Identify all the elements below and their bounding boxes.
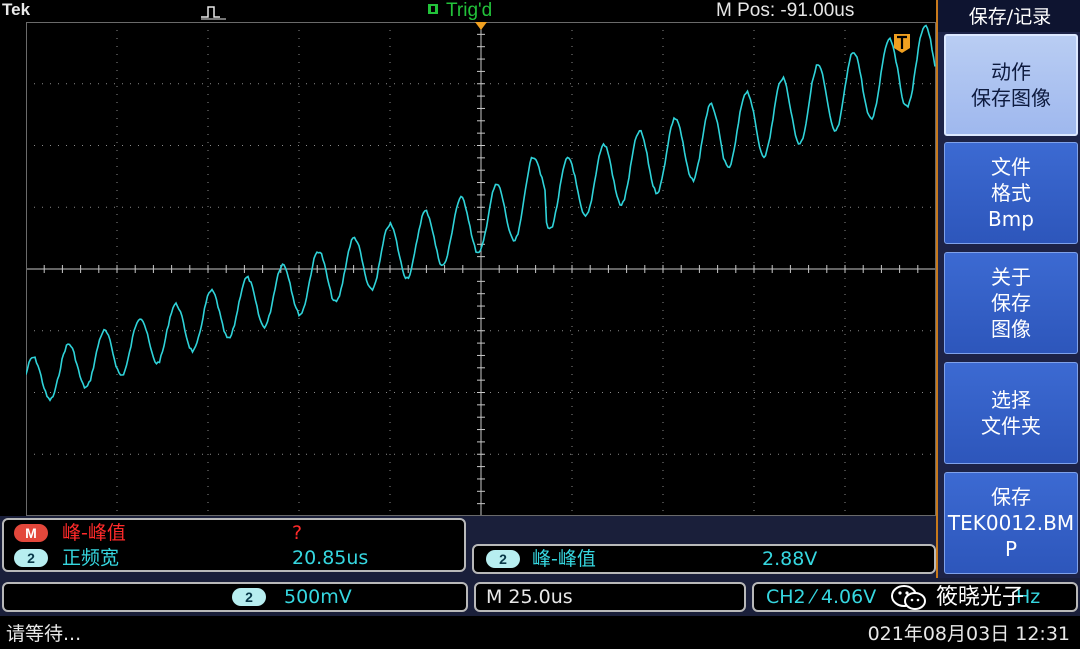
trigger-marker-icon [894, 34, 910, 53]
side-btn-line: 保存 [991, 485, 1031, 509]
waveform-display[interactable] [25, 21, 937, 517]
side-btn-line: 保存 [991, 291, 1031, 315]
file-format-button[interactable]: 文件 格式 Bmp [944, 142, 1078, 244]
save-file-button[interactable]: 保存 TEK0012.BM P [944, 472, 1078, 574]
side-menu-title: 保存/记录 [938, 0, 1080, 32]
ch2-badge: 2 [14, 549, 48, 567]
horizontal-position: M Pos: -91.00us [716, 0, 855, 21]
side-btn-line: Bmp [988, 207, 1034, 231]
wechat-icon [891, 585, 926, 610]
pos-width-label: 正频宽 [62, 547, 120, 569]
side-btn-line: 文件 [991, 155, 1031, 179]
date-time: 021年08月03日 12:31 [867, 623, 1070, 645]
trigger-status: Trig'd [428, 0, 492, 22]
ch2-badge: 2 [232, 588, 266, 606]
measurement-panel[interactable]: M 峰-峰值 ? 2 正频宽 20.85us [2, 518, 466, 572]
brand-label: Tek [2, 0, 31, 19]
ch2-badge: 2 [486, 550, 520, 568]
side-btn-line: P [1004, 537, 1018, 561]
side-btn-line: 动作 [991, 60, 1031, 84]
side-menu: 保存/记录 动作 保存图像 文件 格式 Bmp 关于 保存 图像 选择 文件夹 … [936, 0, 1080, 578]
pos-width-value: 20.85us [292, 547, 369, 569]
timebase-bar[interactable]: M 25.0us [474, 582, 746, 612]
side-btn-line: 格式 [991, 181, 1031, 205]
watermark: 筱晓光子 [890, 580, 1080, 616]
pk-pk-value: 2.88V [762, 548, 818, 570]
trigger-status-icon [428, 4, 438, 14]
side-btn-line: TEK0012.BM [947, 511, 1075, 535]
trigger-level: CH2 ⁄ 4.06V [766, 586, 877, 608]
graticule-svg [25, 21, 937, 517]
channel-scale-bar[interactable]: 2 500mV [2, 582, 468, 612]
top-status-bar: Tek Trig'd M Pos: -91.00us [0, 0, 936, 22]
status-bar: 请等待... 021年08月03日 12:31 [0, 616, 1080, 649]
screen-left-border [0, 22, 26, 516]
math-measure-label: 峰-峰值 [62, 522, 126, 544]
pulse-icon [201, 6, 226, 20]
status-message: 请等待... [6, 623, 82, 645]
side-btn-line: 文件夹 [981, 414, 1041, 438]
timebase-value: M 25.0us [486, 586, 573, 608]
math-measure-value: ? [292, 522, 303, 544]
side-btn-line: 选择 [991, 388, 1031, 412]
measurement-panel-ch2[interactable]: 2 峰-峰值 2.88V [472, 544, 936, 574]
trigger-status-label: Trig'd [446, 0, 493, 21]
ch2-scale: 500mV [284, 586, 352, 608]
select-folder-button[interactable]: 选择 文件夹 [944, 362, 1078, 464]
side-btn-line: 关于 [991, 265, 1031, 289]
side-btn-line: 图像 [991, 317, 1031, 341]
pk-pk-label: 峰-峰值 [532, 548, 596, 570]
trigger-position-marker [475, 22, 487, 30]
action-save-image-button[interactable]: 动作 保存图像 [944, 34, 1078, 136]
watermark-text: 筱晓光子 [936, 585, 1025, 610]
side-btn-line: 保存图像 [971, 86, 1051, 110]
about-save-image-button[interactable]: 关于 保存 图像 [944, 252, 1078, 354]
math-badge: M [14, 524, 48, 542]
